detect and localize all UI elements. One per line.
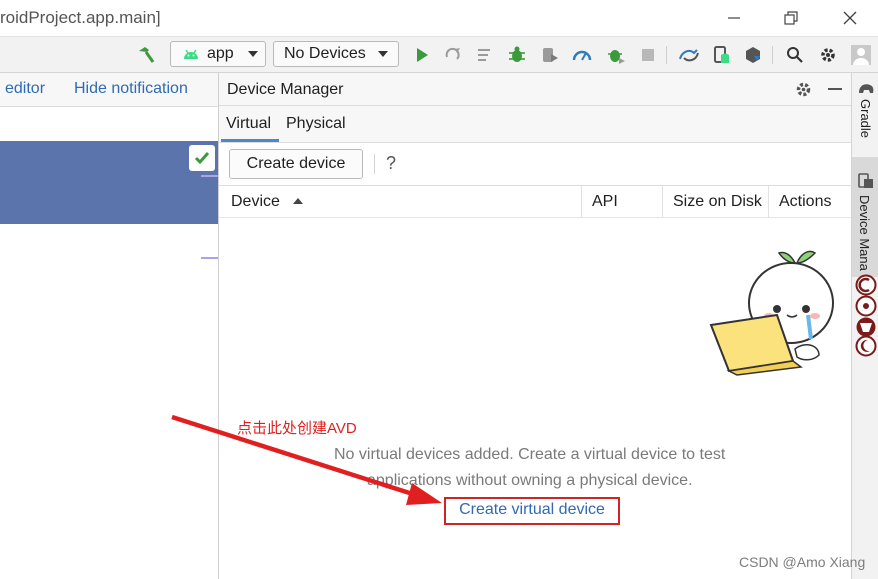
create-device-label: Create device: [246, 155, 346, 172]
android-icon: [184, 49, 198, 59]
column-header-size[interactable]: Size on Disk: [673, 193, 762, 211]
apply-changes-button[interactable]: [440, 37, 466, 72]
sort-ascending-icon: [293, 198, 304, 204]
active-tab-indicator: [221, 139, 279, 142]
device-manager-header: Device Manager: [219, 73, 851, 106]
column-header-device[interactable]: Device: [231, 193, 304, 211]
run-config-label: app: [207, 45, 234, 62]
device-manager-icon: [714, 45, 729, 63]
column-header-actions[interactable]: Actions: [779, 193, 831, 211]
profiler-gauge-icon: [572, 50, 592, 60]
device-selector-dropdown[interactable]: No Devices: [273, 41, 399, 67]
toolbar-divider: [772, 46, 773, 64]
device-manager-tool-label: Device Mana: [857, 195, 872, 271]
search-button[interactable]: [782, 37, 808, 72]
hide-notification-link[interactable]: Hide notification: [74, 80, 188, 98]
apply-code-changes-button[interactable]: [472, 37, 498, 72]
tab-virtual[interactable]: Virtual: [226, 115, 271, 133]
device-manager-toolbar-button[interactable]: [708, 37, 734, 72]
stop-button[interactable]: [635, 37, 661, 72]
sticker-illustration: [709, 241, 839, 376]
chevron-down-icon: [377, 51, 388, 57]
annotation-label: 点击此处创建AVD: [237, 420, 357, 437]
apply-changes-icon: [445, 47, 460, 60]
chevron-down-icon: [247, 51, 258, 57]
device-actions-bar: Create device ?: [219, 143, 851, 185]
restore-icon: [784, 11, 798, 25]
gradle-tool-label: Gradle: [858, 99, 873, 139]
restore-button[interactable]: [777, 6, 805, 30]
build-hammer-button[interactable]: [133, 37, 159, 72]
selected-editor-region: [0, 141, 218, 224]
actions-divider: [374, 154, 375, 174]
sdk-box-icon: [746, 46, 760, 63]
debug-button[interactable]: [504, 37, 530, 72]
run-button[interactable]: [409, 37, 435, 72]
close-button[interactable]: [836, 6, 864, 30]
play-icon: [417, 47, 428, 62]
close-icon: [843, 11, 857, 25]
stop-icon: [642, 48, 654, 61]
sticker-circles-icon: [855, 274, 877, 357]
create-virtual-device-link[interactable]: Create virtual device: [446, 501, 618, 519]
avatar-icon: [851, 44, 871, 65]
attach-debugger-icon: [543, 47, 558, 62]
account-button[interactable]: [848, 37, 874, 72]
scroll-marker: [201, 175, 218, 177]
tab-physical[interactable]: Physical: [286, 115, 346, 133]
device-selector-label: No Devices: [284, 45, 366, 62]
main-toolbar: app No Devices: [0, 37, 878, 73]
bug-icon: [509, 46, 525, 62]
gradle-elephant-icon: [858, 84, 873, 93]
sdk-manager-button[interactable]: [740, 37, 766, 72]
device-manager-icon: [858, 173, 873, 188]
device-manager-title: Device Manager: [227, 81, 344, 98]
minimize-icon: [828, 88, 842, 90]
column-header-api[interactable]: API: [592, 193, 618, 211]
code-changes-icon: [478, 48, 490, 61]
profile-button[interactable]: [569, 37, 595, 72]
column-separator[interactable]: [581, 186, 582, 217]
minimize-button[interactable]: [720, 6, 748, 30]
bug-arrow-icon: [608, 49, 625, 64]
scroll-marker: [201, 257, 218, 259]
device-table-header: Device API Size on Disk Actions: [219, 185, 851, 218]
checkmark-icon: [194, 152, 210, 165]
run-config-dropdown[interactable]: app: [170, 41, 266, 67]
help-icon[interactable]: ?: [386, 153, 396, 174]
device-manager-tool-button[interactable]: Device Mana: [852, 157, 878, 277]
debug-attach-button[interactable]: [603, 37, 629, 72]
editor-notification-bar: editor Hide notification: [0, 73, 218, 107]
hide-panel-button[interactable]: [825, 79, 845, 99]
hammer-icon: [139, 46, 155, 63]
create-device-button[interactable]: Create device: [229, 149, 363, 179]
watermark: CSDN @Amo Xiang: [739, 554, 866, 570]
column-label: Device: [231, 193, 280, 210]
gradle-sync-icon: [679, 48, 699, 61]
floating-sticker-stack: [855, 274, 877, 358]
highlight-box: Create virtual device: [444, 497, 620, 525]
attach-debugger-button[interactable]: [537, 37, 563, 72]
minimize-icon: [728, 17, 740, 19]
toolbar-divider: [666, 46, 667, 64]
sync-gradle-button[interactable]: [676, 37, 702, 72]
notification-editor-link[interactable]: editor: [5, 80, 45, 98]
search-icon: [787, 46, 803, 63]
gear-icon: [821, 47, 835, 62]
column-separator[interactable]: [662, 186, 663, 217]
cartoon-laptop-icon: [709, 250, 834, 376]
inspection-status-button[interactable]: [189, 145, 215, 171]
column-separator[interactable]: [768, 186, 769, 217]
settings-button[interactable]: [815, 37, 841, 72]
gradle-tool-button[interactable]: Gradle: [854, 81, 877, 149]
device-tabs: Virtual Physical: [219, 106, 851, 143]
panel-options-button[interactable]: [793, 79, 813, 99]
gear-icon: [796, 82, 810, 96]
window-title: roidProject.app.main]: [0, 8, 161, 27]
title-bar: roidProject.app.main]: [0, 0, 878, 37]
